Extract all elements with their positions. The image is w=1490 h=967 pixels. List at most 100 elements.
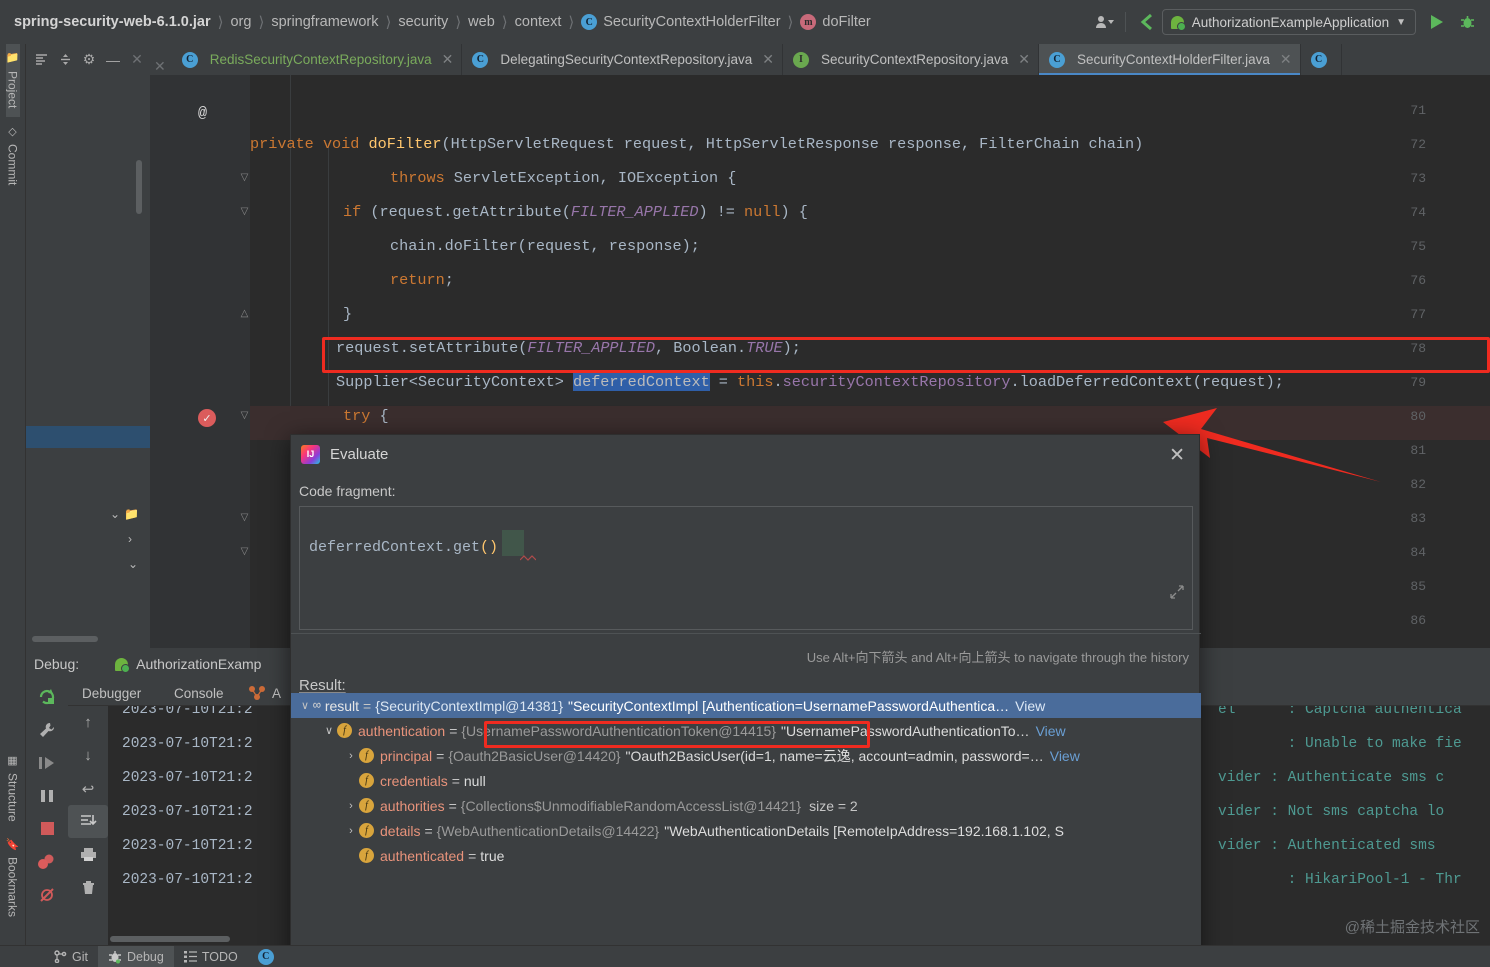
project-tree-node[interactable]: ⌄ 📁 (104, 505, 139, 523)
console-message: : Unable to make fie (1218, 736, 1462, 752)
tab-debugger[interactable]: Debugger (82, 680, 141, 706)
debug-horizontal-scrollbar[interactable] (110, 936, 230, 942)
soft-wrap-button[interactable]: ↩ (68, 772, 108, 805)
close-panel-icon[interactable]: ✕ (126, 49, 148, 71)
breadcrumb-item-org[interactable]: org (230, 14, 251, 30)
result-tree-row-credentials[interactable]: f credentials = null (291, 768, 1201, 793)
fold-marker-icon[interactable]: ▽ (238, 409, 251, 422)
expand-editor-icon[interactable] (1170, 585, 1184, 602)
settings-wrench-button[interactable] (26, 713, 68, 746)
result-tree-row-authentication[interactable]: ∨ f authentication = {UsernamePasswordAu… (291, 718, 1201, 743)
editor-tab-security-context-repository[interactable]: I SecurityContextRepository.java ✕ (783, 44, 1039, 75)
sidebar-item-commit[interactable]: ◇ Commit (6, 117, 20, 193)
editor-tab-bar: ✕ C RedisSecurityContextRepository.java … (150, 44, 1490, 75)
user-menu-icon[interactable] (1089, 7, 1119, 37)
editor-tab-delegating-security-context-repository[interactable]: C DelegatingSecurityContextRepository.ja… (462, 44, 783, 75)
fold-marker-icon[interactable]: ▽ (238, 545, 251, 558)
editor-tab-security-context-holder-filter[interactable]: C SecurityContextHolderFilter.java ✕ (1039, 44, 1301, 75)
search-everywhere-icon[interactable] (1132, 7, 1162, 37)
chevron-right-icon[interactable]: › (343, 825, 359, 837)
chevron-right-icon[interactable]: › (343, 800, 359, 812)
view-breakpoints-button[interactable] (26, 845, 68, 878)
code-line-74: if (request.getAttribute(FILTER_APPLIED)… (343, 205, 808, 220)
line-number: 79 (1410, 375, 1426, 390)
status-item-git[interactable]: Git (44, 946, 98, 967)
breadcrumb-item-context[interactable]: context (515, 14, 562, 30)
close-icon[interactable]: ✕ (1018, 51, 1030, 68)
view-link[interactable]: View (1050, 748, 1080, 764)
expand-all-icon[interactable] (30, 49, 52, 71)
editor-tab-overflow[interactable]: C (1301, 44, 1342, 75)
view-link[interactable]: View (1015, 698, 1045, 714)
result-tree-row-details[interactable]: › f details = {WebAuthenticationDetails@… (291, 818, 1201, 843)
chevron-down-icon[interactable]: ∨ (297, 699, 313, 712)
breadcrumb-item-security[interactable]: security (398, 14, 448, 30)
settings-gear-icon[interactable]: ⚙ (78, 49, 100, 71)
breadcrumb-label: security (398, 14, 448, 30)
result-tree-row-principal[interactable]: › f principal = {Oauth2BasicUser@14420} … (291, 743, 1201, 768)
structure-icon: ▦ (6, 754, 19, 767)
close-dialog-button[interactable]: ✕ (1169, 444, 1185, 467)
scroll-to-end-button[interactable] (68, 805, 108, 838)
run-icon (1431, 15, 1443, 29)
result-tree-row-authorities[interactable]: › f authorities = {Collections$Unmodifia… (291, 793, 1201, 818)
breadcrumb-item-web[interactable]: web (468, 14, 495, 30)
tab-threads[interactable]: A (248, 680, 281, 706)
console-message: : HikariPool-1 - Thr (1218, 872, 1462, 888)
editor-tab-redis-security-context-repository[interactable]: C RedisSecurityContextRepository.java ✕ (172, 44, 463, 75)
resume-program-button[interactable] (26, 746, 68, 779)
project-scrollbar[interactable] (136, 160, 142, 214)
sidebar-item-structure[interactable]: ▦ Structure (6, 746, 20, 830)
result-tree-row-result[interactable]: ∨ ∞ result = {SecurityContextImpl@14381}… (291, 693, 1201, 718)
fold-marker-icon[interactable]: ▽ (238, 511, 251, 524)
collapse-all-icon[interactable] (54, 49, 76, 71)
view-link[interactable]: View (1036, 723, 1066, 739)
breadcrumb-item-jar[interactable]: spring-security-web-6.1.0.jar (14, 14, 211, 30)
tab-label: A (272, 686, 281, 701)
scroll-up-button[interactable]: ↑ (68, 706, 108, 739)
result-tree[interactable]: ∨ ∞ result = {SecurityContextImpl@14381}… (291, 693, 1201, 967)
status-item-todo[interactable]: TODO (174, 946, 248, 967)
folder-resource-icon: 📁 (124, 507, 139, 521)
fold-marker-icon[interactable]: ▽ (238, 171, 251, 184)
breadcrumb-item-class[interactable]: C SecurityContextHolderFilter (581, 14, 780, 30)
close-icon[interactable]: ✕ (762, 51, 774, 68)
project-selected-row[interactable] (26, 426, 150, 448)
close-icon[interactable]: ✕ (442, 51, 454, 68)
run-button[interactable] (1422, 7, 1452, 37)
stop-button[interactable] (26, 812, 68, 845)
code-fragment-input[interactable]: deferredContext.get() (299, 506, 1193, 630)
scroll-down-button[interactable]: ↓ (68, 739, 108, 772)
chevron-down-icon[interactable]: ∨ (321, 724, 337, 737)
fold-marker-icon[interactable]: △ (238, 307, 251, 320)
debug-button[interactable] (1452, 7, 1482, 37)
close-icon[interactable]: ✕ (1280, 51, 1292, 68)
fold-marker-icon[interactable]: ▽ (238, 205, 251, 218)
status-item-overflow[interactable]: C (248, 946, 290, 967)
project-panel-toolbar: ⚙ — ✕ (26, 44, 150, 75)
clear-all-button[interactable] (68, 871, 108, 904)
project-tree-node[interactable]: ⌄ (122, 555, 138, 573)
breadcrumb-item-springframework[interactable]: springframework (271, 14, 378, 30)
breakpoint-icon[interactable]: ✓ (198, 409, 216, 427)
print-button[interactable] (68, 838, 108, 871)
tab-console[interactable]: Console (174, 680, 224, 706)
hide-panel-icon[interactable]: — (102, 49, 124, 71)
project-tree-node[interactable]: › (122, 530, 132, 548)
project-horizontal-scrollbar[interactable] (32, 636, 98, 642)
breadcrumb-item-method[interactable]: m doFilter (800, 14, 870, 30)
project-tree-panel[interactable]: ⌄ 📁 › ⌄ (26, 75, 150, 648)
pause-program-button[interactable] (26, 779, 68, 812)
chevron-right-icon[interactable]: › (343, 750, 359, 762)
rerun-button[interactable] (26, 680, 68, 713)
sidebar-item-project[interactable]: 📁 Project (6, 44, 20, 117)
editor-gutter[interactable] (150, 75, 250, 648)
status-item-debug[interactable]: Debug (98, 946, 174, 967)
evaluate-dialog[interactable]: IJ Evaluate ✕ Code fragment: deferredCon… (290, 434, 1200, 967)
result-tree-row-authenticated[interactable]: f authenticated = true (291, 843, 1201, 868)
sidebar-item-bookmarks[interactable]: 🔖 Bookmarks (6, 830, 20, 925)
run-configuration-selector[interactable]: AuthorizationExampleApplication ▼ (1162, 9, 1416, 35)
close-icon[interactable]: ✕ (150, 58, 172, 75)
console-line: 2023-07-10T21:2 (122, 706, 253, 718)
mute-breakpoints-button[interactable] (26, 878, 68, 911)
